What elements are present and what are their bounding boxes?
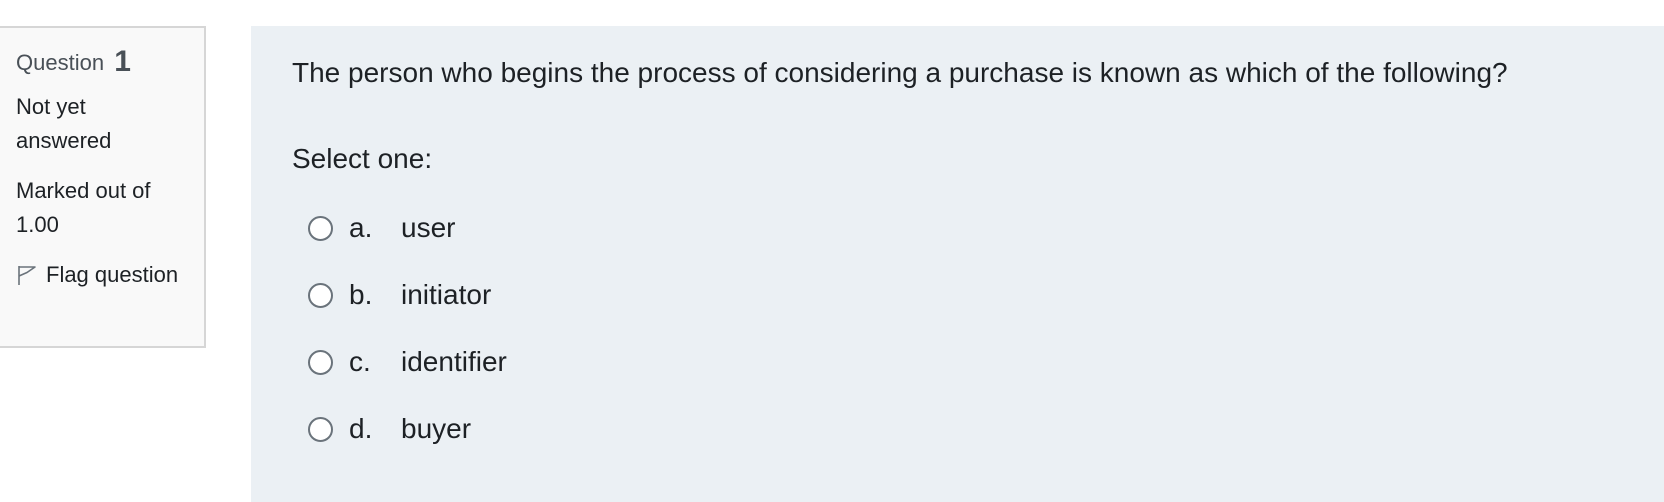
- question-number-heading: Question 1: [16, 46, 190, 80]
- question-state: Not yet answered: [16, 94, 112, 153]
- option-text: user: [401, 212, 456, 243]
- option-text: buyer: [401, 413, 472, 444]
- flag-icon: [16, 262, 38, 285]
- answer-prompt: Select one:: [292, 143, 433, 174]
- option-text: identifier: [401, 346, 507, 377]
- flag-question-button[interactable]: Flag question: [16, 258, 186, 292]
- radio-button[interactable]: [308, 282, 333, 308]
- question-info-panel: Question 1 Not yet answered Marked out o…: [0, 26, 206, 348]
- answer-option-a[interactable]: a. user: [308, 208, 708, 248]
- question-text: The person who begins the process of con…: [292, 57, 1508, 88]
- option-letter: b.: [349, 279, 373, 310]
- question-content: The person who begins the process of con…: [251, 26, 1664, 502]
- radio-button[interactable]: [308, 349, 333, 375]
- option-text: initiator: [401, 279, 492, 310]
- flag-question-label: Flag question: [46, 262, 179, 287]
- option-letter: d.: [349, 413, 373, 444]
- question-number: 1: [114, 45, 131, 78]
- radio-button[interactable]: [308, 416, 333, 442]
- option-letter: c.: [349, 346, 371, 377]
- radio-button[interactable]: [308, 215, 333, 241]
- answer-option-c[interactable]: c. identifier: [308, 342, 708, 382]
- question-label: Question: [16, 50, 105, 75]
- answer-option-d[interactable]: d. buyer: [308, 409, 708, 449]
- answer-option-b[interactable]: b. initiator: [308, 275, 708, 315]
- option-letter: a.: [349, 212, 373, 243]
- question-grade: Marked out of 1.00: [16, 178, 151, 237]
